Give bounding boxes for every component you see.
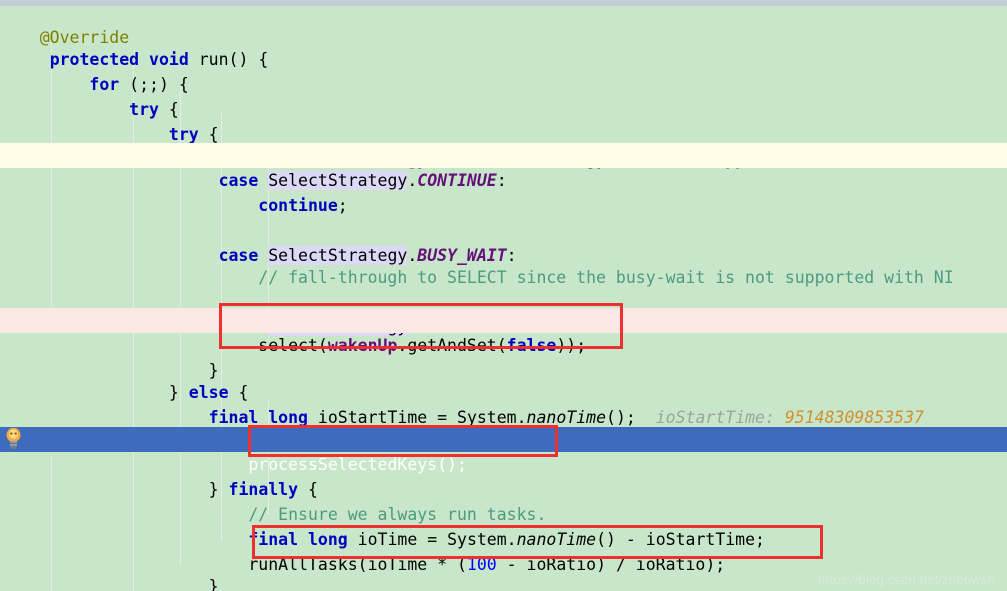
code-line[interactable]: } else { [0, 355, 1007, 402]
lightbulb-icon[interactable] [4, 427, 23, 449]
code-line[interactable]: } finally { [0, 452, 1007, 499]
code-line[interactable]: select(wakenUp.getAndSet(false)); [0, 308, 1007, 355]
code-line[interactable]: final long ioTime = System.nanoTime() - … [0, 502, 1007, 549]
code-line[interactable]: try { [0, 97, 1007, 144]
code-line[interactable]: // fall-through to SELECT since the busy… [0, 240, 1007, 287]
watermark: https://blog.csdn.net/zhbbwsh [817, 572, 995, 587]
code-line[interactable]: continue; [0, 168, 1007, 215]
code-line-selected[interactable]: processSelectedKeys(); [0, 427, 1007, 474]
code-line[interactable]: for (;;) { [0, 47, 1007, 94]
code-line[interactable]: // Ensure we always run tasks. [0, 477, 1007, 524]
keyword-continue: continue [258, 196, 338, 215]
code-line[interactable]: protected void run() { [0, 22, 1007, 69]
code-line[interactable]: final long ioStartTime = System.nanoTime… [0, 380, 1007, 427]
comment-fall-through: // fall-through to SELECT since the busy… [258, 268, 954, 287]
code-editor[interactable]: @Override protected void run() { for (;;… [0, 0, 1007, 591]
code-line[interactable]: case SelectStrategy.CONTINUE: [0, 143, 1007, 190]
code-line[interactable]: try { [0, 72, 1007, 119]
